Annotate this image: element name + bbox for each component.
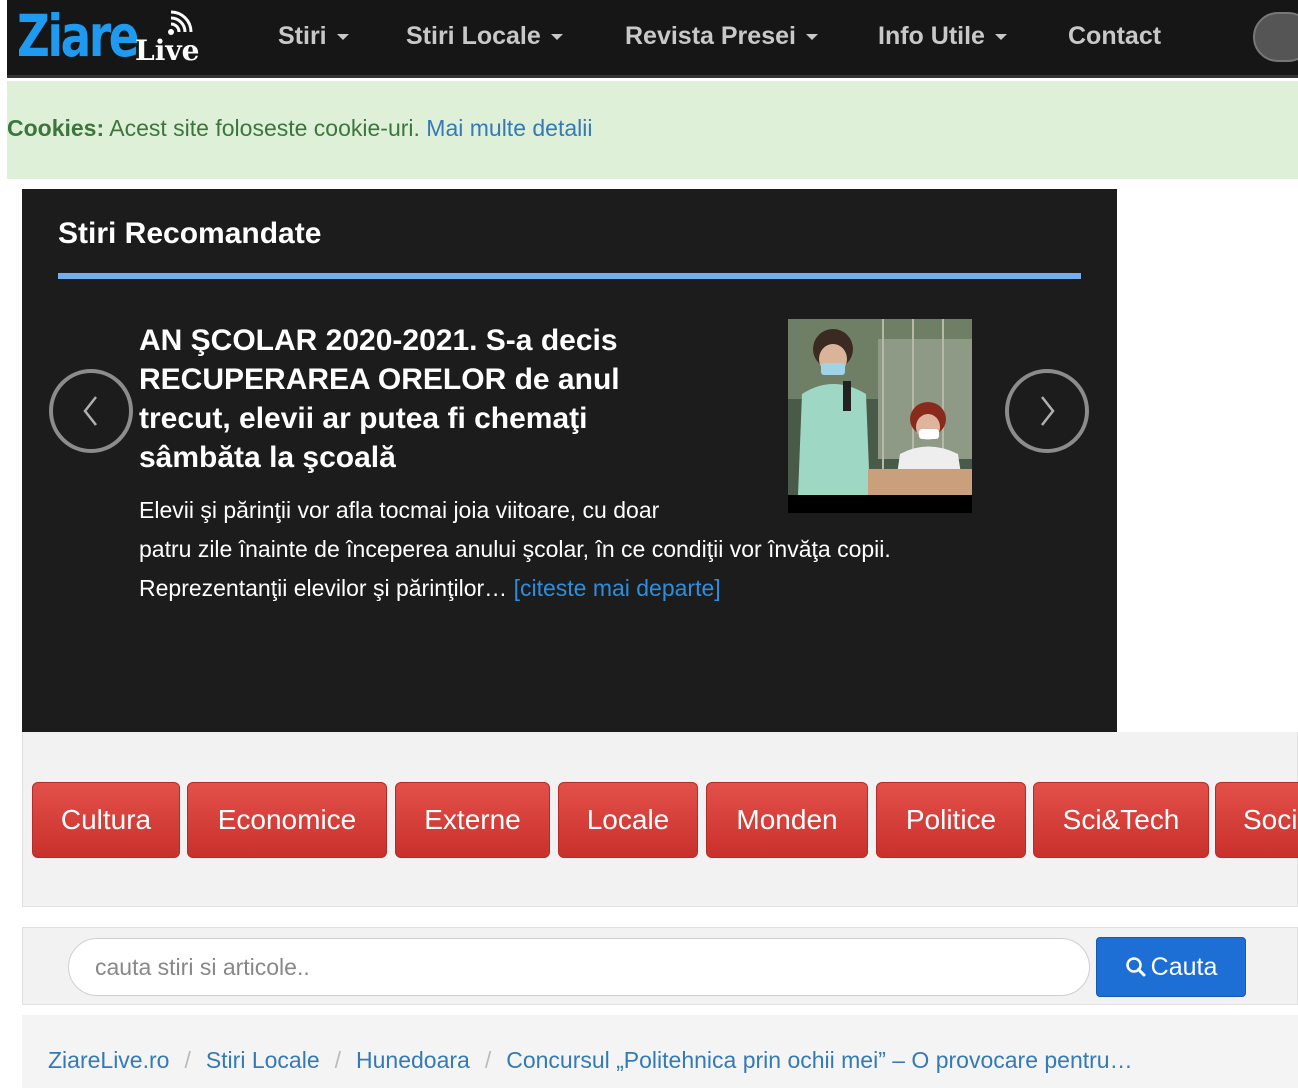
- cookie-notice: Cookies: Acest site foloseste cookie-uri…: [7, 81, 1298, 179]
- nav-label: Info Utile: [878, 22, 985, 50]
- breadcrumb-separator: /: [334, 1047, 341, 1073]
- nav-label: Stiri Locale: [406, 22, 541, 50]
- category-locale-button[interactable]: Locale: [558, 782, 698, 858]
- caret-down-icon: [336, 34, 349, 41]
- logo-subtext: Live: [135, 34, 200, 67]
- nav-search-toggle[interactable]: [1253, 12, 1298, 62]
- chevron-right-icon: [1041, 396, 1055, 426]
- breadcrumb-home[interactable]: ZiareLive.ro: [48, 1047, 169, 1074]
- read-more-link[interactable]: [citeste mai departe]: [514, 575, 721, 601]
- article-excerpt: Elevii şi părinţii vor afla tocmai joia …: [139, 491, 1019, 608]
- breadcrumb-separator: /: [184, 1047, 191, 1073]
- nav-label: Contact: [1068, 22, 1162, 50]
- breadcrumb-current-article[interactable]: Concursul „Politehnica prin ochii mei” –…: [506, 1047, 1132, 1074]
- cookie-label: Cookies:: [7, 115, 105, 141]
- breadcrumb-hunedoara[interactable]: Hunedoara: [356, 1047, 470, 1074]
- excerpt-line: Elevii şi părinţii vor afla tocmai joia …: [139, 497, 660, 523]
- category-externe-button[interactable]: Externe: [395, 782, 550, 858]
- category-economice-button[interactable]: Economice: [187, 782, 387, 858]
- nav-label: Revista Presei: [625, 22, 796, 50]
- cookie-text: Cookies: Acest site foloseste cookie-uri…: [7, 115, 592, 142]
- article-photo: [788, 319, 972, 513]
- cookie-details-link[interactable]: Mai multe detalii: [426, 115, 592, 141]
- search-button-label: Cauta: [1150, 952, 1218, 981]
- recommended-title: Stiri Recomandate: [58, 217, 322, 250]
- title-divider: [58, 273, 1081, 279]
- search-icon: [1125, 957, 1146, 977]
- category-soci-button[interactable]: Soci: [1215, 782, 1298, 858]
- nav-item-contact[interactable]: Contact: [1068, 22, 1161, 51]
- nav-item-stiri[interactable]: Stiri: [278, 22, 349, 51]
- top-navbar: Ziare Live Stiri Stiri Locale Revista Pr…: [7, 0, 1298, 78]
- article-thumbnail[interactable]: [788, 319, 972, 513]
- caret-down-icon: [805, 34, 818, 41]
- chevron-left-icon: [83, 396, 97, 426]
- breadcrumb-items: ZiareLive.ro / Stiri Locale / Hunedoara …: [48, 1047, 1133, 1074]
- search-button[interactable]: Cauta: [1096, 937, 1246, 997]
- category-monden-button[interactable]: Monden: [706, 782, 868, 858]
- search-bar: Cauta: [22, 927, 1298, 1005]
- recommended-news-panel: Stiri Recomandate AN ŞCOLAR 2020-2021. S…: [22, 189, 1117, 732]
- cookie-message: Acest site foloseste cookie-uri.: [104, 115, 427, 141]
- article-headline-link[interactable]: AN ŞCOLAR 2020-2021. S-a decis RECUPERAR…: [139, 321, 699, 477]
- breadcrumb-stiri-locale[interactable]: Stiri Locale: [206, 1047, 320, 1074]
- breadcrumb-separator: /: [484, 1047, 492, 1073]
- nav-item-stiri-locale[interactable]: Stiri Locale: [406, 22, 563, 51]
- nav-label: Stiri: [278, 22, 327, 50]
- categories-bar: Cultura Economice Externe Locale Monden …: [22, 732, 1298, 907]
- nav-item-info-utile[interactable]: Info Utile: [878, 22, 1007, 51]
- category-politice-button[interactable]: Politice: [876, 782, 1026, 858]
- caret-down-icon: [994, 34, 1007, 41]
- logo-text: Ziare: [17, 2, 139, 70]
- breadcrumb: ZiareLive.ro / Stiri Locale / Hunedoara …: [22, 1015, 1298, 1088]
- carousel-prev-button[interactable]: [49, 369, 133, 453]
- site-logo[interactable]: Ziare Live: [17, 0, 199, 72]
- nav-item-revista-presei[interactable]: Revista Presei: [625, 22, 818, 51]
- caret-down-icon: [550, 34, 563, 41]
- carousel-next-button[interactable]: [1005, 369, 1089, 453]
- category-cultura-button[interactable]: Cultura: [32, 782, 180, 858]
- search-input[interactable]: [68, 938, 1090, 996]
- category-scitech-button[interactable]: Sci&Tech: [1033, 782, 1209, 858]
